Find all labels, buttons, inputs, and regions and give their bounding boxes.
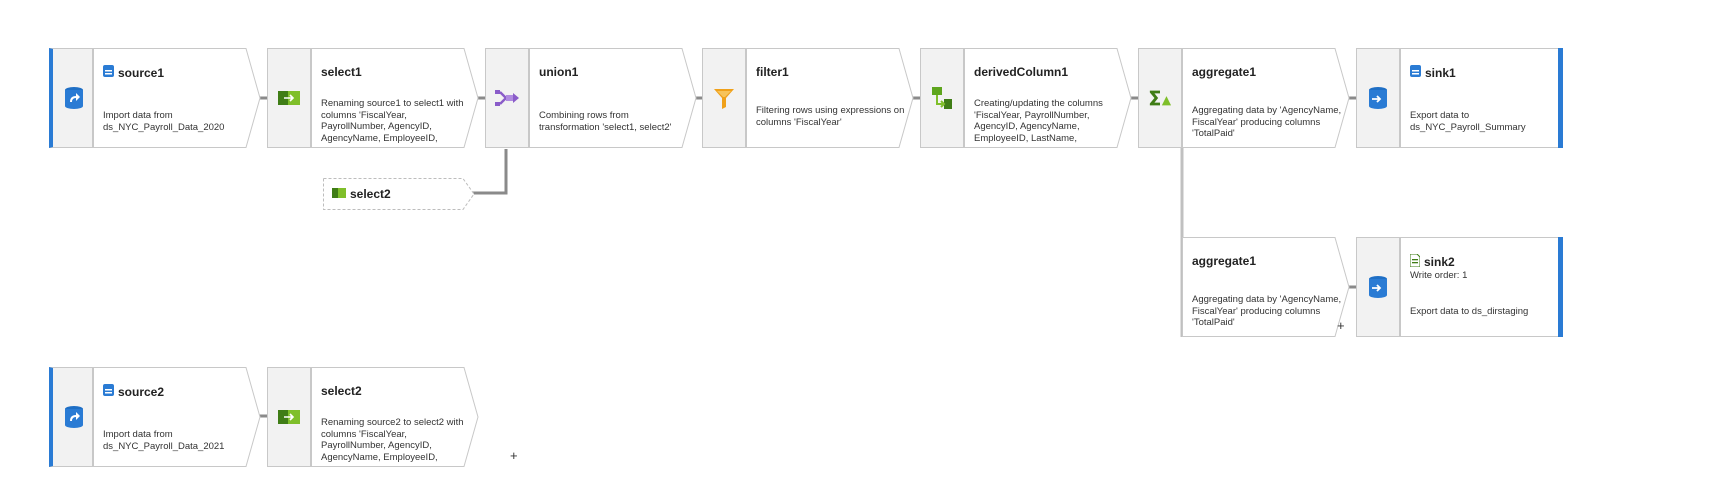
filter1-description: Filtering rows using expressions on colu… [756,105,905,128]
filter1-icon-box [702,48,746,148]
source1-title-row: source1 [103,65,164,80]
source1-title: source1 [118,65,165,80]
select2-card[interactable]: select2 Renaming source2 to select2 with… [311,367,518,467]
dataset-icon [103,384,114,399]
source-arrow-icon [62,405,86,429]
source1-description: Import data from ds_NYC_Payroll_Data_202… [103,110,225,133]
aggregate1-node[interactable]: aggregate1 Aggregating data by 'AgencyNa… [1138,48,1389,148]
sink-icon [1366,86,1390,110]
source2-description: Import data from ds_NYC_Payroll_Data_202… [103,429,225,452]
sink2-end-bar [1558,237,1563,337]
derivedColumn1-node[interactable]: derivedColumn1 Creating/updating the col… [920,48,1171,148]
union1-title: union1 [539,65,579,79]
select1-node[interactable]: select1 Renaming source1 to select1 with… [267,48,518,148]
select1-title-row: select1 [321,65,362,79]
dataset-icon [103,65,114,80]
source2-card[interactable]: source2 Import data from ds_NYC_Payroll_… [93,367,300,467]
sink2-card[interactable]: sink2 Write order: 1 Export data to ds_d… [1400,237,1568,337]
select1-icon-box [267,48,311,148]
select1-card[interactable]: select1 Renaming source1 to select1 with… [311,48,518,148]
source-arrow-icon [62,86,86,110]
aggregate1-branch-card[interactable]: aggregate1 Aggregating data by 'AgencyNa… [1182,237,1350,337]
union-icon [495,86,519,110]
select2-reference-title: select2 [350,187,391,201]
sink-icon [1366,275,1390,299]
file-dataset-icon [1409,253,1421,270]
union1-card[interactable]: union1 Combining rows from transformatio… [529,48,736,148]
sink1-card[interactable]: sink1 Export data to ds_NYC_Payroll_Summ… [1400,48,1568,148]
derivedColumn1-title-row: derivedColumn1 [974,65,1068,79]
aggregate1-branch-title-row: aggregate1 [1192,254,1256,268]
select2-title: select2 [321,384,362,398]
aggregate-sigma-icon [1148,86,1172,110]
union1-title-row: union1 [539,65,578,79]
select1-description: Renaming source1 to select1 with columns… [321,98,464,145]
aggregate1-branch-node[interactable]: aggregate1 Aggregating data by 'AgencyNa… [1182,237,1352,337]
source2-title: source2 [118,384,165,399]
sink2-title-line: sink2 [1409,253,1455,270]
aggregate1-card[interactable]: aggregate1 Aggregating data by 'AgencyNa… [1182,48,1389,148]
select2-icon-box [267,367,311,467]
source1-card[interactable]: source1 Import data from ds_NYC_Payroll_… [93,48,300,148]
derivedColumn1-description: Creating/updating the columns 'FiscalYea… [974,98,1103,145]
aggregate1-title: aggregate1 [1192,65,1257,79]
aggregate1-branch-add-button[interactable]: + [1337,319,1345,332]
sink2-title: sink2 [1424,255,1455,269]
filter1-title-row: filter1 [756,65,789,79]
sink1-node[interactable]: sink1 Export data to ds_NYC_Payroll_Summ… [1356,48,1570,148]
select-icon [277,86,301,110]
source2-title-row: source2 [103,384,164,399]
dataset-icon [1410,65,1421,80]
sink1-description: Export data to ds_NYC_Payroll_Summary [1410,110,1526,133]
filter1-card[interactable]: filter1 Filtering rows using expressions… [746,48,953,148]
aggregate1-icon-box [1138,48,1182,148]
select2-reference-node[interactable]: select2 [323,178,475,210]
source2-node[interactable]: source2 Import data from ds_NYC_Payroll_… [49,367,300,467]
sink2-description: Export data to ds_dirstaging [1410,306,1529,317]
derivedColumn1-icon-box [920,48,964,148]
union1-description: Combining rows from transformation 'sele… [539,110,672,133]
filter1-title: filter1 [756,65,789,79]
source1-node[interactable]: source1 Import data from ds_NYC_Payroll_… [49,48,300,148]
source2-icon-box [49,367,93,467]
select1-title: select1 [321,65,362,79]
sink2-write-order: Write order: 1 [1410,270,1468,281]
aggregate1-title-row: aggregate1 [1192,65,1256,79]
select-icon [332,187,346,201]
union1-node[interactable]: union1 Combining rows from transformatio… [485,48,736,148]
source1-icon-box [49,48,93,148]
sink1-title-row: sink1 [1410,65,1456,80]
derivedColumn1-card[interactable]: derivedColumn1 Creating/updating the col… [964,48,1171,148]
sink1-title: sink1 [1425,65,1456,80]
select2-description: Renaming source2 to select2 with columns… [321,417,464,464]
select2-add-button[interactable]: + [510,449,518,462]
union1-icon-box [485,48,529,148]
aggregate1-description: Aggregating data by 'AgencyName, FiscalY… [1192,105,1342,139]
aggregate1-branch-title: aggregate1 [1192,254,1257,268]
aggregate1-branch-description: Aggregating data by 'AgencyName, FiscalY… [1192,294,1342,328]
select2-node[interactable]: select2 Renaming source2 to select2 with… [267,367,518,467]
filter-funnel-icon [712,86,736,110]
select-icon [277,405,301,429]
select2-title-row: select2 [321,384,362,398]
derivedColumn1-title: derivedColumn1 [974,65,1069,79]
sink2-title-row: sink2 Write order: 1 [1409,253,1468,281]
sink2-icon-box [1356,237,1400,337]
sink1-icon-box [1356,48,1400,148]
derived-column-icon [930,86,954,110]
filter1-node[interactable]: filter1 Filtering rows using expressions… [702,48,953,148]
sink2-node[interactable]: sink2 Write order: 1 Export data to ds_d… [1356,237,1570,337]
